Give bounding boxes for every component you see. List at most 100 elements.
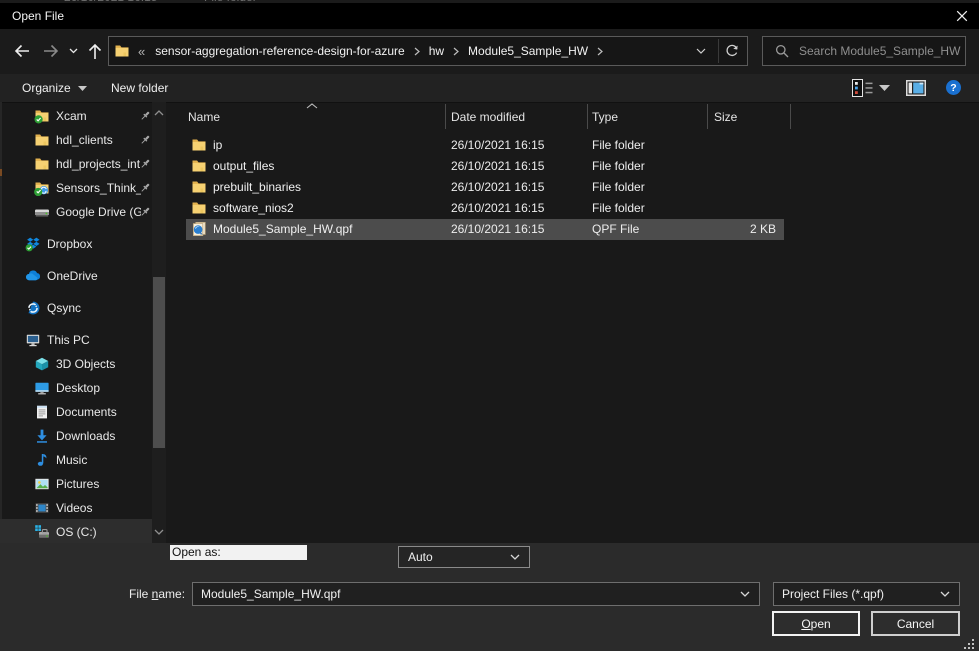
column-divider[interactable] — [587, 104, 588, 129]
breadcrumb-segment-hw[interactable]: hw — [429, 44, 444, 58]
breadcrumb-separator-icon[interactable] — [453, 47, 459, 56]
column-header-type[interactable]: Type — [592, 104, 618, 130]
column-divider[interactable] — [790, 104, 791, 129]
file-type-filter-combobox[interactable]: Project Files (*.qpf) — [773, 582, 960, 606]
column-divider[interactable] — [707, 104, 708, 129]
preview-pane-button[interactable] — [906, 80, 926, 96]
objects3d-icon — [34, 356, 50, 372]
file-row-output-files[interactable]: output_files26/10/2021 16:15File folder — [166, 156, 979, 177]
open-button[interactable]: Open — [772, 611, 860, 636]
view-options-icon — [852, 79, 873, 97]
recent-locations-button[interactable] — [64, 41, 82, 61]
sidebar-item-this-pc[interactable]: This PC — [0, 328, 152, 352]
sidebar-item-google-drive-g[interactable]: Google Drive (G — [0, 200, 152, 224]
dialog-title: Open File — [12, 3, 64, 29]
column-divider[interactable] — [445, 104, 446, 129]
file-cell-type: QPF File — [592, 219, 639, 240]
file-cell-size — [707, 156, 776, 177]
file-cell-date: 26/10/2021 16:15 — [451, 156, 544, 177]
change-view-dropdown[interactable] — [879, 85, 890, 91]
file-row-software-nios2[interactable]: software_nios226/10/2021 16:15File folde… — [166, 198, 979, 219]
chevron-down-icon — [940, 591, 950, 597]
file-row-ip[interactable]: ip26/10/2021 16:15File folder — [166, 135, 979, 156]
address-dropdown-button[interactable] — [692, 44, 710, 58]
sidebar-item-label: Documents — [56, 400, 156, 424]
sidebar-item-videos[interactable]: Videos — [0, 496, 152, 520]
sidebar-item-qsync[interactable]: Qsync — [0, 296, 152, 320]
cancel-button[interactable]: Cancel — [871, 611, 960, 636]
forward-button[interactable] — [41, 41, 61, 61]
pin-icon — [139, 134, 151, 146]
search-placeholder: Search Module5_Sample_HW — [799, 44, 960, 58]
up-button[interactable] — [85, 41, 105, 61]
change-view-button[interactable] — [852, 79, 873, 97]
file-cell-name: Module5_Sample_HW.qpf — [213, 219, 352, 240]
sidebar-item-3d-objects[interactable]: 3D Objects — [0, 352, 152, 376]
sidebar-item-label: Xcam — [56, 104, 141, 128]
help-icon: ? — [946, 80, 961, 95]
search-box[interactable]: Search Module5_Sample_HW — [762, 36, 966, 66]
folder-icon — [34, 156, 50, 172]
address-bar[interactable]: « sensor-aggregation-reference-design-fo… — [108, 36, 748, 66]
file-cell-name: ip — [213, 135, 222, 156]
sidebar-item-label: Pictures — [56, 472, 156, 496]
folder-icon — [191, 137, 207, 153]
file-cell-type: File folder — [592, 177, 645, 198]
back-button[interactable] — [12, 41, 32, 61]
file-row-module5-sample-hw-qpf[interactable]: Module5_Sample_HW.qpf26/10/2021 16:15QPF… — [166, 219, 979, 240]
refresh-button[interactable] — [725, 44, 739, 58]
sidebar-item-downloads[interactable]: Downloads — [0, 424, 152, 448]
file-name-combobox[interactable]: Module5_Sample_HW.qpf — [192, 582, 760, 606]
organize-button[interactable]: Organize — [22, 74, 87, 102]
chevron-down-icon — [510, 554, 520, 560]
sidebar-item-dropbox[interactable]: Dropbox — [0, 232, 152, 256]
sidebar-item-label: Music — [56, 448, 156, 472]
downloads-icon — [34, 428, 50, 444]
breadcrumb-separator-icon[interactable] — [414, 47, 420, 56]
sidebar-item-desktop[interactable]: Desktop — [0, 376, 152, 400]
sidebar-item-label: Qsync — [47, 296, 147, 320]
up-icon — [88, 43, 102, 60]
file-cell-date: 26/10/2021 16:15 — [451, 135, 544, 156]
qpf-file-icon — [191, 221, 207, 237]
chevron-down-icon — [879, 85, 890, 91]
sidebar-item-hdl-projects-int[interactable]: hdl_projects_int — [0, 152, 152, 176]
chevron-down-icon — [69, 48, 78, 54]
sidebar-scrollbar-thumb[interactable] — [153, 277, 165, 448]
scroll-down-icon[interactable] — [154, 528, 164, 536]
file-cell-name: output_files — [213, 156, 274, 177]
column-header-size[interactable]: Size — [714, 104, 737, 130]
sidebar-item-label: OS (C:) — [56, 520, 156, 544]
sidebar-item-sensors-think[interactable]: Sensors_Think_( — [0, 176, 152, 200]
file-cell-size — [707, 135, 776, 156]
help-button[interactable]: ? — [946, 80, 961, 95]
close-button[interactable] — [948, 6, 976, 26]
title-bar[interactable] — [0, 3, 979, 29]
breadcrumb-separator-icon[interactable] — [597, 47, 603, 56]
sidebar-item-onedrive[interactable]: OneDrive — [0, 264, 152, 288]
column-header-name[interactable]: Name — [188, 104, 220, 130]
open-as-combobox[interactable]: Auto — [398, 546, 530, 568]
search-icon — [775, 44, 789, 58]
open-as-label: Open as: — [170, 545, 307, 560]
sidebar-item-hdl-clients[interactable]: hdl_clients — [0, 128, 152, 152]
thispc-icon — [25, 332, 41, 348]
breadcrumb-overflow[interactable]: « — [138, 44, 146, 59]
sidebar-item-os-c[interactable]: OS (C:) — [0, 520, 152, 544]
sidebar-item-label: Google Drive (G — [56, 200, 141, 224]
breadcrumb-segment-root[interactable]: sensor-aggregation-reference-design-for-… — [155, 44, 404, 58]
sidebar-item-xcam[interactable]: Xcam — [0, 104, 152, 128]
new-folder-button[interactable]: New folder — [111, 74, 168, 102]
sidebar-item-pictures[interactable]: Pictures — [0, 472, 152, 496]
sidebar-item-label: hdl_clients — [56, 128, 141, 152]
chevron-down-icon[interactable] — [740, 591, 750, 597]
sidebar-item-music[interactable]: Music — [0, 448, 152, 472]
file-name-value[interactable]: Module5_Sample_HW.qpf — [201, 587, 340, 601]
file-cell-size — [707, 177, 776, 198]
breadcrumb-segment-current[interactable]: Module5_Sample_HW — [468, 44, 588, 58]
scroll-up-icon[interactable] — [154, 109, 164, 117]
column-header-date[interactable]: Date modified — [451, 104, 525, 130]
sidebar-item-documents[interactable]: Documents — [0, 400, 152, 424]
file-row-prebuilt-binaries[interactable]: prebuilt_binaries26/10/2021 16:15File fo… — [166, 177, 979, 198]
sidebar-item-label: OneDrive — [47, 264, 147, 288]
